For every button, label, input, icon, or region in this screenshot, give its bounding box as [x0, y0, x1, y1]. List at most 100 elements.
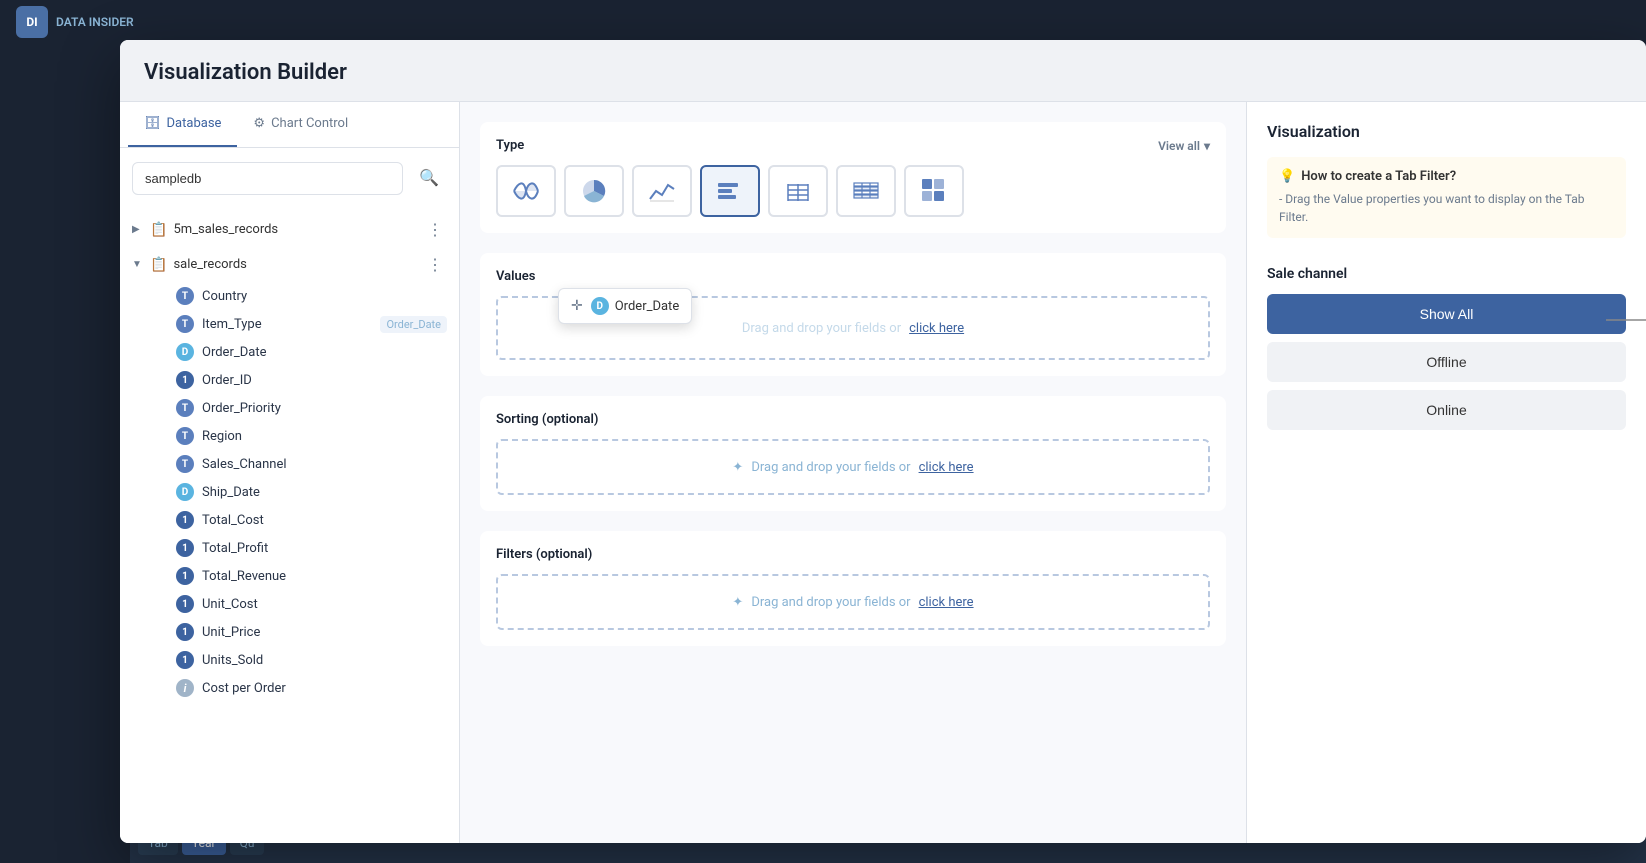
field-total-profit[interactable]: 1 Total_Profit	[148, 534, 459, 562]
grid-chart-icon	[920, 177, 948, 205]
move-icon: ✛	[571, 298, 583, 314]
list1-chart-icon	[784, 177, 812, 205]
middle-panel: Type View all ▾	[460, 102, 1246, 843]
badge-num-icon-3: 1	[176, 539, 194, 557]
more-options-icon-2[interactable]: ⋮	[423, 253, 447, 276]
field-order-date[interactable]: D Order_Date	[148, 338, 459, 366]
sorting-label: Sorting (optional)	[496, 412, 1210, 427]
view-all-button[interactable]: View all ▾	[1158, 139, 1210, 153]
channel-buttons-container: Show All Valu Offline Gr Online	[1267, 294, 1626, 438]
filters-drop-zone[interactable]: ✦ Drag and drop your fields or click her…	[496, 574, 1210, 630]
sorting-drop-zone[interactable]: ✦ Drag and drop your fields or click her…	[496, 439, 1210, 495]
offline-button[interactable]: Offline	[1267, 342, 1626, 382]
chart-type-list2[interactable]	[836, 165, 896, 217]
tab-database[interactable]: 🗄 Database	[128, 102, 237, 147]
badge-date-icon-2: D	[176, 483, 194, 501]
db-tree: ▶ 📋 5m_sales_records ⋮ ▼ 📋 sale_records …	[120, 204, 459, 843]
badge-num-icon: 1	[176, 371, 194, 389]
values-section: Values ✛ D Order_Date Drag and drop your…	[480, 253, 1226, 376]
sorting-section: Sorting (optional) ✦ Drag and drop your …	[480, 396, 1226, 511]
line-chart-icon	[648, 177, 676, 205]
settings-icon: ⚙	[253, 116, 265, 131]
click-here-values[interactable]: click here	[909, 321, 964, 336]
badge-num-icon-2: 1	[176, 511, 194, 529]
drag-tooltip: ✛ D Order_Date	[558, 288, 692, 324]
badge-text-icon-4: T	[176, 427, 194, 445]
sale-channel-section: Sale channel Show All Valu Offline Gr On…	[1267, 266, 1626, 438]
chart-types-row	[496, 165, 1210, 217]
drag-icon-filters: ✦	[732, 595, 743, 610]
logo-icon: DI	[16, 6, 48, 38]
field-units-sold[interactable]: 1 Units_Sold	[148, 646, 459, 674]
chip-date-icon: D	[591, 297, 609, 315]
badge-info-icon: i	[176, 679, 194, 697]
database-icon: 🗄	[144, 116, 161, 131]
badge-num-icon-5: 1	[176, 595, 194, 613]
right-panel: Visualization 💡 How to create a Tab Filt…	[1246, 102, 1646, 843]
chevron-down-icon: ▾	[1204, 139, 1210, 153]
field-sales-channel[interactable]: T Sales_Channel	[148, 450, 459, 478]
click-here-filters[interactable]: click here	[919, 595, 974, 610]
filters-section: Filters (optional) ✦ Drag and drop your …	[480, 531, 1226, 646]
top-bar: DI DATA INSIDER	[0, 0, 1646, 44]
values-drop-zone[interactable]: ✛ D Order_Date Drag and drop your fields…	[496, 296, 1210, 360]
field-chip: D Order_Date	[591, 297, 679, 315]
logo-area: DI DATA INSIDER	[16, 6, 134, 38]
values-label: Values	[496, 269, 1210, 284]
modal-header: Visualization Builder	[120, 40, 1646, 102]
bow-chart-icon	[512, 177, 540, 205]
field-order-priority[interactable]: T Order_Priority	[148, 394, 459, 422]
badge-text-icon: T	[176, 287, 194, 305]
chart-type-grid[interactable]	[904, 165, 964, 217]
badge-date-icon: D	[176, 343, 194, 361]
modal-body: 🗄 Database ⚙ Chart Control 🔍 ▶ 📋	[120, 102, 1646, 843]
chart-type-hbar[interactable]	[700, 165, 760, 217]
online-button[interactable]: Online	[1267, 390, 1626, 430]
badge-num-icon-4: 1	[176, 567, 194, 585]
field-total-revenue[interactable]: 1 Total_Revenue	[148, 562, 459, 590]
chart-type-pie[interactable]	[564, 165, 624, 217]
field-cost-per-order[interactable]: i Cost per Order	[148, 674, 459, 702]
viz-title: Visualization	[1267, 122, 1626, 141]
chart-type-line[interactable]	[632, 165, 692, 217]
field-region[interactable]: T Region	[148, 422, 459, 450]
side-panel	[0, 44, 130, 863]
list2-chart-icon	[852, 177, 880, 205]
hbar-chart-icon	[716, 177, 744, 205]
search-button[interactable]: 🔍	[411, 160, 447, 196]
filters-label: Filters (optional)	[496, 547, 1210, 562]
drop-text-filters: Drag and drop your fields or	[751, 595, 910, 610]
type-section: Type View all ▾	[480, 122, 1226, 233]
click-here-sorting[interactable]: click here	[919, 460, 974, 475]
chart-type-list1[interactable]	[768, 165, 828, 217]
arrow-down-icon: ▼	[132, 259, 144, 270]
panel-tabs: 🗄 Database ⚙ Chart Control	[120, 102, 459, 148]
table-icon-2: 📋	[150, 257, 167, 273]
search-input[interactable]	[132, 162, 403, 195]
type-label: Type View all ▾	[496, 138, 1210, 153]
more-options-icon[interactable]: ⋮	[423, 218, 447, 241]
search-area: 🔍	[120, 148, 459, 204]
chart-type-bow[interactable]	[496, 165, 556, 217]
field-item-type[interactable]: T Item_Type Order_Date	[148, 310, 459, 338]
field-ship-date[interactable]: D Ship_Date	[148, 478, 459, 506]
hint-title: 💡 How to create a Tab Filter?	[1279, 169, 1614, 184]
drop-text-sorting: Drag and drop your fields or	[751, 460, 910, 475]
badge-num-icon-6: 1	[176, 623, 194, 641]
drag-icon-sorting: ✦	[732, 460, 743, 475]
show-all-button[interactable]: Show All	[1267, 294, 1626, 334]
field-unit-price[interactable]: 1 Unit_Price	[148, 618, 459, 646]
field-country[interactable]: T Country	[148, 282, 459, 310]
logo-text: DATA INSIDER	[56, 15, 134, 29]
field-total-cost[interactable]: 1 Total_Cost	[148, 506, 459, 534]
modal-title: Visualization Builder	[144, 60, 1622, 85]
badge-text-icon-3: T	[176, 399, 194, 417]
arrow-line	[1606, 310, 1646, 330]
sale-channel-title: Sale channel	[1267, 266, 1626, 282]
tab-chart-control[interactable]: ⚙ Chart Control	[237, 102, 364, 147]
db-item-5m[interactable]: ▶ 📋 5m_sales_records ⋮	[120, 212, 459, 247]
bulb-icon: 💡	[1279, 169, 1295, 184]
field-unit-cost[interactable]: 1 Unit_Cost	[148, 590, 459, 618]
db-item-sale[interactable]: ▼ 📋 sale_records ⋮	[120, 247, 459, 282]
field-order-id[interactable]: 1 Order_ID	[148, 366, 459, 394]
